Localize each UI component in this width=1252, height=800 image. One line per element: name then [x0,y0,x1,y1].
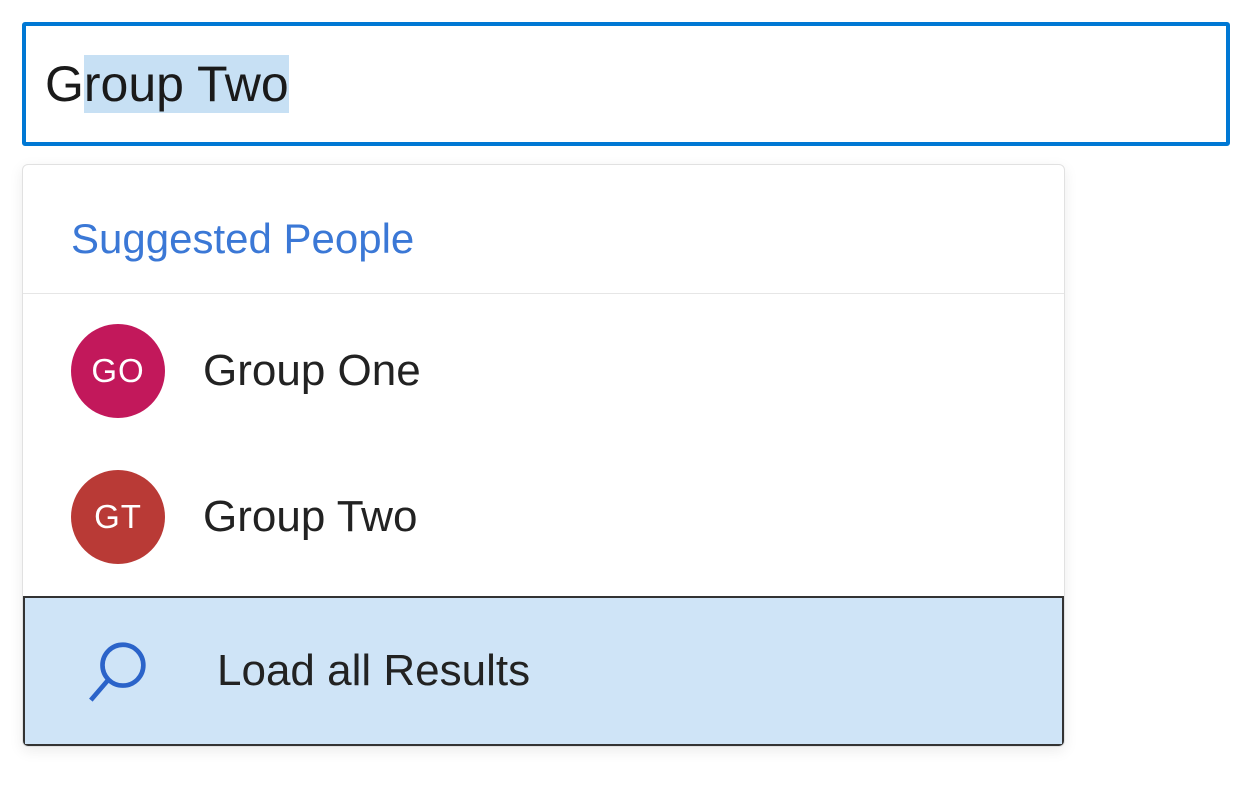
search-text-selected: roup Two [84,55,289,113]
load-all-results-label: Load all Results [217,646,530,696]
suggestions-header-text: Suggested People [71,215,414,262]
search-input[interactable]: Group Two [22,22,1230,146]
avatar: GT [71,470,165,564]
people-list: GO Group One GT Group Two [23,294,1064,596]
search-input-text: Group Two [26,55,289,113]
load-all-results-button[interactable]: Load all Results [23,596,1064,746]
search-icon [85,636,155,706]
suggestions-header: Suggested People [23,165,1064,294]
person-item-group-two[interactable]: GT Group Two [23,456,1064,578]
avatar-initials: GO [91,352,144,390]
person-name: Group One [203,346,421,396]
person-name: Group Two [203,492,417,542]
avatar: GO [71,324,165,418]
avatar-initials: GT [94,498,142,536]
search-text-unselected: G [45,55,84,113]
suggestions-dropdown: Suggested People GO Group One GT Group T… [22,164,1065,747]
person-item-group-one[interactable]: GO Group One [23,310,1064,432]
